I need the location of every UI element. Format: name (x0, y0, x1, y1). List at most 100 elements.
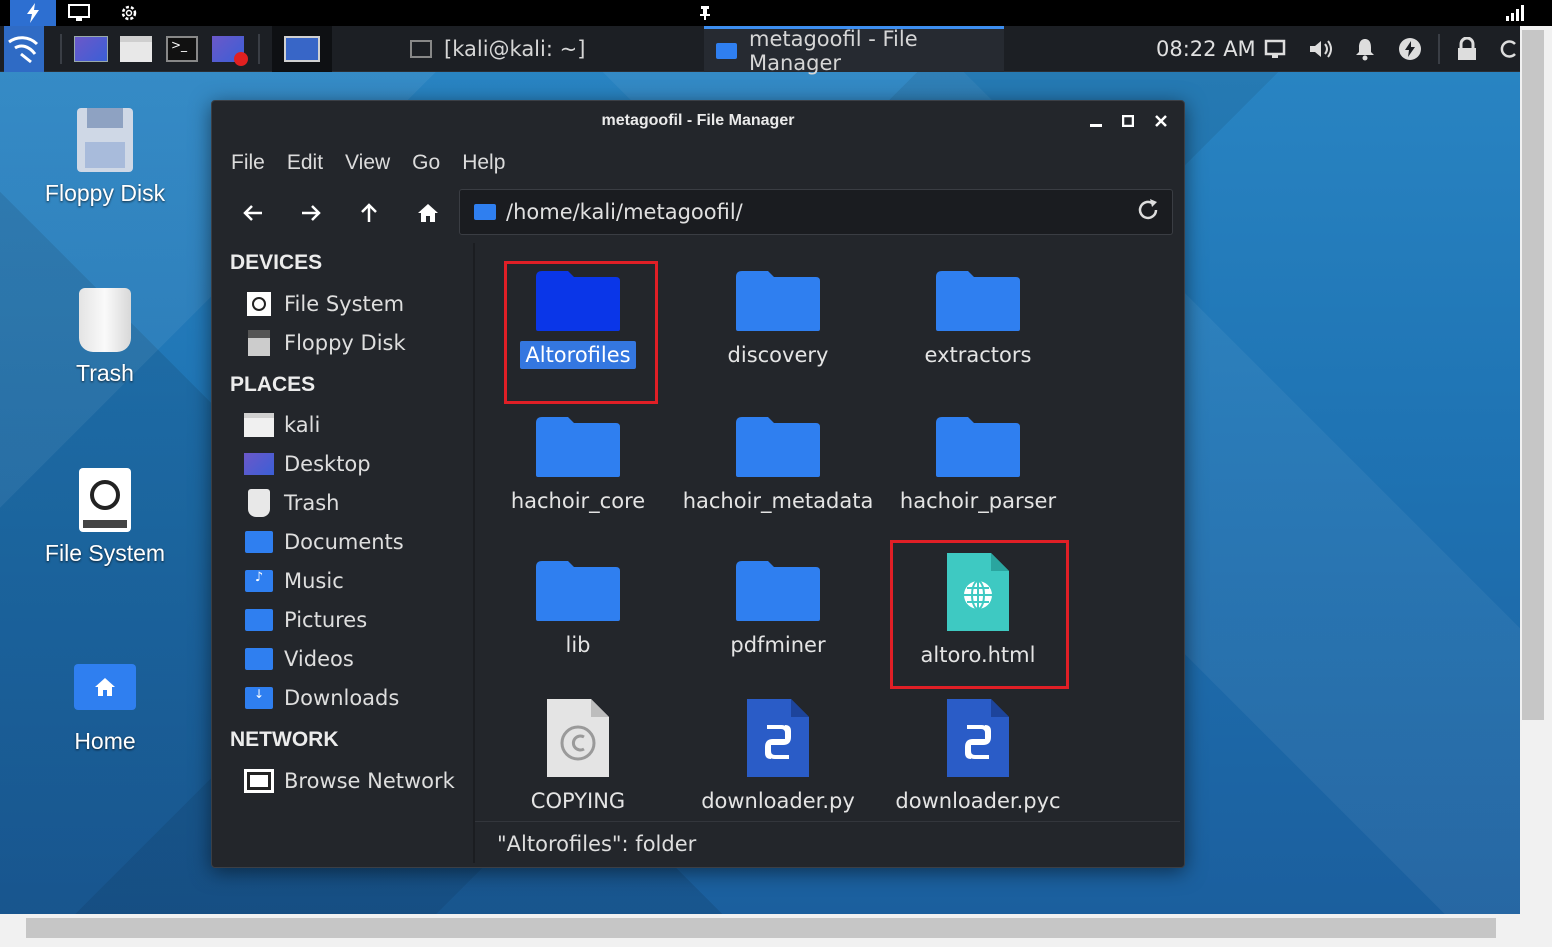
display-icon[interactable] (1264, 26, 1286, 72)
sidebar-item-pictures[interactable]: Pictures (244, 603, 367, 637)
minimize-button[interactable] (1084, 109, 1108, 133)
pin-icon[interactable] (682, 0, 728, 26)
file-item-label: COPYING (530, 789, 626, 813)
location-path: /home/kali/metagoofil/ (506, 200, 743, 224)
file-manager-launcher-icon[interactable] (120, 26, 152, 72)
vertical-scrollbar-thumb[interactable] (1522, 30, 1544, 720)
file-item-downloader-py[interactable]: downloader.py (678, 697, 878, 815)
monitor-icon[interactable] (56, 0, 102, 26)
videos-folder-icon (244, 645, 274, 673)
menu-view[interactable]: View (334, 145, 401, 181)
folder-icon (536, 561, 620, 621)
close-button[interactable] (1149, 109, 1173, 133)
taskbar-item-file-manager[interactable]: metagoofil - File Manager (704, 26, 1004, 75)
folder-icon (736, 271, 820, 331)
desktop-icon-trash[interactable]: Trash (30, 288, 180, 387)
file-item-label: downloader.py (701, 789, 855, 813)
location-bar[interactable]: /home/kali/metagoofil/ (459, 189, 1173, 235)
python-file-icon (947, 699, 1009, 777)
sidebar-header-devices: DEVICES (230, 251, 323, 274)
file-item-copying[interactable]: COPYING (478, 697, 678, 815)
sidebar-item-label: Browse Network (284, 769, 455, 793)
maximize-button[interactable] (1116, 109, 1140, 133)
lock-icon[interactable] (1456, 26, 1478, 72)
home-folder-icon (244, 411, 274, 439)
menu-bar: File Edit View Go Help (220, 145, 516, 181)
sidebar-item-videos[interactable]: Videos (244, 642, 354, 676)
sidebar-item-label: Floppy Disk (284, 331, 406, 355)
screen-recorder-launcher-icon[interactable] (212, 26, 248, 72)
file-item-lib[interactable]: lib (478, 559, 678, 659)
desktop-icon-file-system[interactable]: File System (30, 468, 180, 567)
notification-bell-icon[interactable] (1354, 26, 1376, 72)
top-strip (0, 0, 1552, 26)
reload-icon[interactable] (1136, 198, 1160, 229)
horizontal-scrollbar[interactable] (0, 914, 1552, 947)
trash-icon (79, 288, 131, 352)
file-item-label: pdfminer (730, 633, 826, 657)
menu-go[interactable]: Go (401, 145, 451, 181)
back-button[interactable] (233, 193, 273, 233)
desktop-icon-home[interactable]: Home (30, 656, 180, 755)
file-item-label: downloader.pyc (895, 789, 1061, 813)
sidebar-item-browse-network[interactable]: Browse Network (244, 764, 455, 798)
sidebar-item-music[interactable]: ♪ Music (244, 564, 344, 598)
kali-menu-button[interactable] (4, 26, 44, 72)
file-item-discovery[interactable]: discovery (678, 269, 878, 369)
taskbar-item-terminal[interactable]: [kali@kali: ~] (398, 26, 698, 72)
desktop-launcher-icon[interactable] (74, 26, 108, 72)
menu-edit[interactable]: Edit (276, 145, 334, 181)
folder-icon (736, 417, 820, 477)
sidebar-item-downloads[interactable]: ↓ Downloads (244, 681, 399, 715)
power-manager-icon[interactable] (1398, 26, 1422, 72)
file-item-label: lib (565, 633, 591, 657)
terminal-launcher-icon[interactable]: >_ (166, 26, 198, 72)
sidebar-item-file-system[interactable]: File System (244, 287, 404, 321)
desktop-icon-label: Floppy Disk (44, 180, 166, 206)
volume-icon[interactable] (1308, 26, 1334, 72)
up-button[interactable] (349, 193, 389, 233)
menu-file[interactable]: File (220, 145, 276, 181)
sidebar-item-label: Trash (284, 491, 340, 515)
window-titlebar[interactable]: metagoofil - File Manager (212, 101, 1184, 141)
workspace-switcher[interactable] (272, 26, 332, 72)
sidebar-item-floppy-disk[interactable]: Floppy Disk (244, 326, 406, 360)
file-item-hachoir-metadata[interactable]: hachoir_metadata (678, 415, 878, 515)
floppy-disk-icon (77, 108, 133, 172)
file-item-hachoir-core[interactable]: hachoir_core (478, 415, 678, 515)
file-item-extractors[interactable]: extractors (878, 269, 1078, 369)
downloads-folder-icon: ↓ (244, 684, 274, 712)
panel-separator (1438, 34, 1440, 64)
pictures-folder-icon (244, 606, 274, 634)
folder-icon (716, 42, 737, 59)
file-item-hachoir-parser[interactable]: hachoir_parser (878, 415, 1078, 515)
sidebar-item-trash[interactable]: Trash (244, 486, 340, 520)
folder-icon (474, 204, 496, 220)
file-manager-window: metagoofil - File Manager File Edit View… (211, 100, 1185, 868)
gear-icon[interactable] (106, 0, 152, 26)
vertical-scrollbar[interactable] (1520, 26, 1552, 914)
desktop-icon-floppy-disk[interactable]: Floppy Disk (30, 108, 180, 207)
sidebar-item-label: Desktop (284, 452, 371, 476)
clock[interactable]: 08:22 AM (1156, 26, 1256, 72)
music-folder-icon: ♪ (244, 567, 274, 595)
lightning-icon[interactable] (10, 0, 56, 26)
logout-icon[interactable] (1500, 26, 1520, 72)
file-item-label: hachoir_core (510, 489, 646, 513)
desktop-icon (244, 450, 274, 478)
file-item-pdfminer[interactable]: pdfminer (678, 559, 878, 659)
taskbar-item-label: metagoofil - File Manager (748, 26, 918, 75)
sidebar-item-documents[interactable]: Documents (244, 525, 404, 559)
sidebar-header-network: NETWORK (230, 728, 339, 751)
sidebar-item-kali[interactable]: kali (244, 408, 320, 442)
sidebar-header-places: PLACES (230, 373, 316, 396)
sidebar-item-label: Pictures (284, 608, 368, 632)
horizontal-scrollbar-thumb[interactable] (26, 918, 1496, 938)
file-item-downloader-pyc[interactable]: downloader.pyc (878, 697, 1078, 815)
home-button[interactable] (408, 193, 448, 233)
network-icon (244, 767, 274, 795)
highlight-box-altorofiles (504, 261, 658, 404)
forward-button[interactable] (291, 193, 331, 233)
sidebar-item-desktop[interactable]: Desktop (244, 447, 371, 481)
menu-help[interactable]: Help (451, 145, 516, 181)
